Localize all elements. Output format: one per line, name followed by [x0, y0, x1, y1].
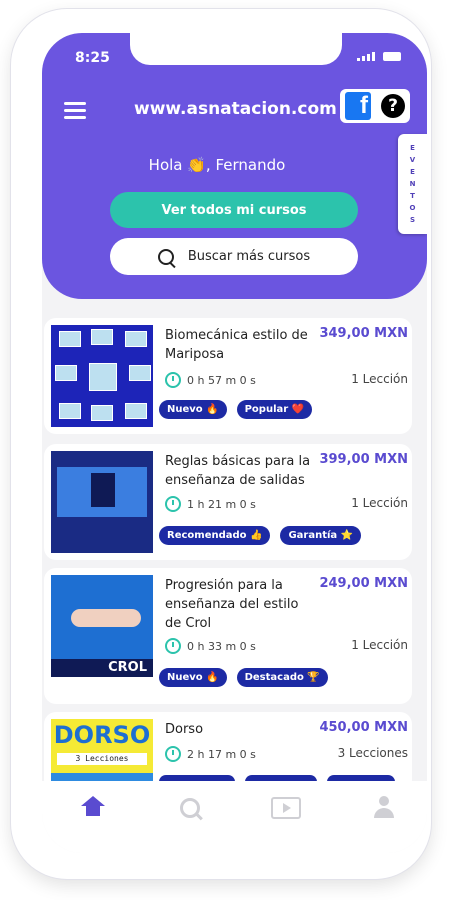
- course-title: Progresión para la enseñanza del estilo …: [165, 578, 299, 631]
- course-card[interactable]: Biomecánica estilo de Mariposa 349,00 MX…: [44, 318, 412, 434]
- view-courses-button[interactable]: Ver todos mi cursos: [110, 192, 358, 228]
- tab-profile[interactable]: [369, 793, 399, 823]
- course-duration: 0 h 33 m 0 s: [165, 638, 256, 654]
- thumb-subtext: 3 Lecciones: [57, 753, 147, 765]
- search-icon: [157, 248, 174, 265]
- course-thumbnail: CROL: [51, 575, 153, 677]
- course-duration: 1 h 21 m 0 s: [165, 496, 256, 512]
- course-card[interactable]: Reglas básicas para la enseñanza de sali…: [44, 444, 412, 560]
- tab-home[interactable]: [78, 793, 108, 823]
- clock-icon: [165, 746, 181, 762]
- clock-icon: [165, 372, 181, 388]
- course-thumbnail: [51, 325, 153, 427]
- search-button[interactable]: Buscar más cursos: [110, 238, 358, 275]
- status-icons: [357, 52, 401, 61]
- course-title: Dorso: [165, 722, 204, 737]
- notch: [130, 33, 342, 65]
- menu-icon[interactable]: [64, 102, 86, 123]
- course-lessons: 1 Lección: [351, 496, 408, 510]
- eventos-letter: V: [409, 156, 416, 164]
- thumb-text: DORSO: [53, 721, 151, 749]
- battery-icon: [383, 52, 401, 61]
- eventos-letter: E: [410, 168, 415, 176]
- course-lessons: 3 Lecciones: [337, 746, 408, 760]
- course-title: Biomecánica estilo de Mariposa: [165, 328, 308, 362]
- eventos-letter: E: [410, 144, 415, 152]
- duration-text: 0 h 33 m 0 s: [187, 639, 256, 653]
- course-lessons: 1 Lección: [351, 638, 408, 652]
- search-label: Buscar más cursos: [187, 249, 311, 264]
- eventos-letter: T: [410, 192, 415, 200]
- badge: Popular ❤️: [236, 400, 313, 419]
- greeting: Hola 👏, Fernando: [148, 156, 286, 174]
- course-badges: Nuevo 🔥 Popular ❤️: [159, 400, 313, 419]
- clock-icon: [165, 496, 181, 512]
- badge: Nuevo 🔥: [159, 668, 227, 687]
- eventos-letter: S: [409, 216, 416, 224]
- status-time: 8:25: [75, 50, 110, 66]
- eventos-letter: N: [409, 180, 416, 188]
- eventos-letter: O: [409, 204, 416, 212]
- tab-search[interactable]: [175, 793, 205, 823]
- user-icon: [372, 796, 396, 820]
- duration-text: 2 h 17 m 0 s: [187, 747, 256, 761]
- course-lessons: 1 Lección: [351, 372, 408, 386]
- badge: Nuevo 🔥: [159, 400, 227, 419]
- course-price: 249,00 MXN: [319, 576, 408, 591]
- clock-icon: [165, 638, 181, 654]
- course-badges: Recomendado 👍 Garantía ⭐: [159, 526, 362, 545]
- eventos-tab[interactable]: E V E N T O S: [398, 134, 427, 234]
- help-icon[interactable]: ?: [381, 94, 405, 118]
- site-title: www.asnatacion.com: [134, 99, 337, 119]
- course-card[interactable]: DORSO 3 Lecciones Dorso 450,00 MXN 2 h 1…: [44, 712, 412, 821]
- course-price: 450,00 MXN: [319, 720, 408, 735]
- course-duration: 0 h 57 m 0 s: [165, 372, 256, 388]
- thumb-text: CROL: [51, 659, 153, 677]
- duration-text: 1 h 21 m 0 s: [187, 497, 256, 511]
- badge: Destacado 🏆: [236, 668, 328, 687]
- app-screen: 8:25 www.asnatacion.com f ? Hola 👏, Fern…: [42, 33, 427, 853]
- course-duration: 2 h 17 m 0 s: [165, 746, 256, 762]
- header: 8:25 www.asnatacion.com f ? Hola 👏, Fern…: [42, 33, 427, 299]
- phone-frame: 8:25 www.asnatacion.com f ? Hola 👏, Fern…: [11, 9, 431, 879]
- tab-videos[interactable]: [271, 793, 301, 823]
- home-icon: [81, 796, 105, 817]
- signal-icon: [357, 52, 375, 61]
- course-thumbnail: [51, 451, 153, 553]
- top-icons: f ?: [340, 89, 410, 123]
- tab-bar: [42, 781, 427, 853]
- course-title: Reglas básicas para la enseñanza de sali…: [165, 454, 311, 488]
- duration-text: 0 h 57 m 0 s: [187, 373, 256, 387]
- course-price: 349,00 MXN: [319, 326, 408, 341]
- course-badges: Nuevo 🔥 Destacado 🏆: [159, 668, 328, 687]
- course-price: 399,00 MXN: [319, 452, 408, 467]
- badge: Garantía ⭐: [280, 526, 362, 545]
- course-card[interactable]: CROL Progresión para la enseñanza del es…: [44, 568, 412, 704]
- facebook-icon[interactable]: f: [345, 92, 371, 120]
- search-icon: [180, 798, 200, 818]
- badge: Recomendado 👍: [159, 526, 271, 545]
- play-icon: [271, 797, 301, 819]
